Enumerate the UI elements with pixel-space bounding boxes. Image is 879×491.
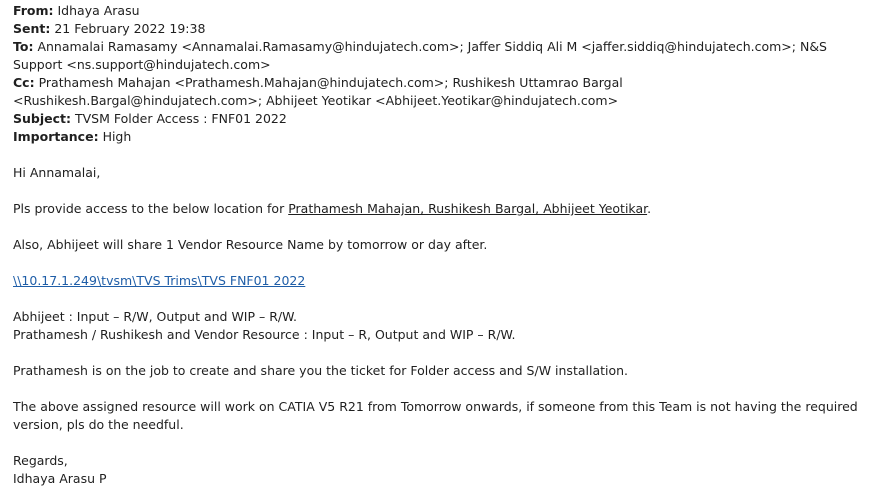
permission-line-1: Abhijeet : Input – R/W, Output and WIP –… [13,309,298,324]
sent-label: Sent: [13,21,51,36]
cc-value[interactable]: Prathamesh Mahajan <Prathamesh.Mahajan@h… [13,75,623,108]
subject-label: Subject: [13,111,71,126]
to-value[interactable]: Annamalai Ramasamy <Annamalai.Ramasamy@h… [13,39,827,72]
vendor-line: Also, Abhijeet will share 1 Vendor Resou… [13,237,488,252]
subject-value: TVSM Folder Access : FNF01 2022 [74,111,287,126]
cc-line: Cc: Prathamesh Mahajan <Prathamesh.Mahaj… [13,74,873,110]
signature: Idhaya Arasu P [13,471,107,486]
regards: Regards, [13,453,68,468]
from-value[interactable]: Idhaya Arasu [58,3,140,18]
importance-value: High [102,129,132,144]
cc-label: Cc: [13,75,35,90]
greeting: Hi Annamalai, [13,165,101,180]
access-suffix: . [647,201,652,216]
importance-label: Importance: [13,129,99,144]
catia-line: The above assigned resource will work on… [13,399,858,432]
to-line: To: Annamalai Ramasamy <Annamalai.Ramasa… [13,38,873,74]
to-label: To: [13,39,34,54]
subject-line: Subject: TVSM Folder Access : FNF01 2022 [13,110,873,128]
path-link-line: \\10.17.1.249\tvsm\TVS Trims\TVS FNF01 2… [13,272,873,290]
ticket-line: Prathamesh is on the job to create and s… [13,363,629,378]
permission-line-2: Prathamesh / Rushikesh and Vendor Resour… [13,327,516,342]
from-label: From: [13,3,54,18]
importance-line: Importance: High [13,128,873,146]
email-body: Hi Annamalai, Pls provide access to the … [13,164,873,488]
sent-value: 21 February 2022 19:38 [54,21,206,36]
from-line: From: Idhaya Arasu [13,2,873,20]
access-prefix: Pls provide access to the below location… [13,201,289,216]
sent-line: Sent: 21 February 2022 19:38 [13,20,873,38]
email-header: From: Idhaya Arasu Sent: 21 February 202… [13,2,873,146]
email-message: From: Idhaya Arasu Sent: 21 February 202… [13,2,873,488]
folder-path-link[interactable]: \\10.17.1.249\tvsm\TVS Trims\TVS FNF01 2… [13,273,305,288]
access-names: Prathamesh Mahajan, Rushikesh Bargal, Ab… [288,201,648,216]
access-request: Pls provide access to the below location… [13,200,873,218]
